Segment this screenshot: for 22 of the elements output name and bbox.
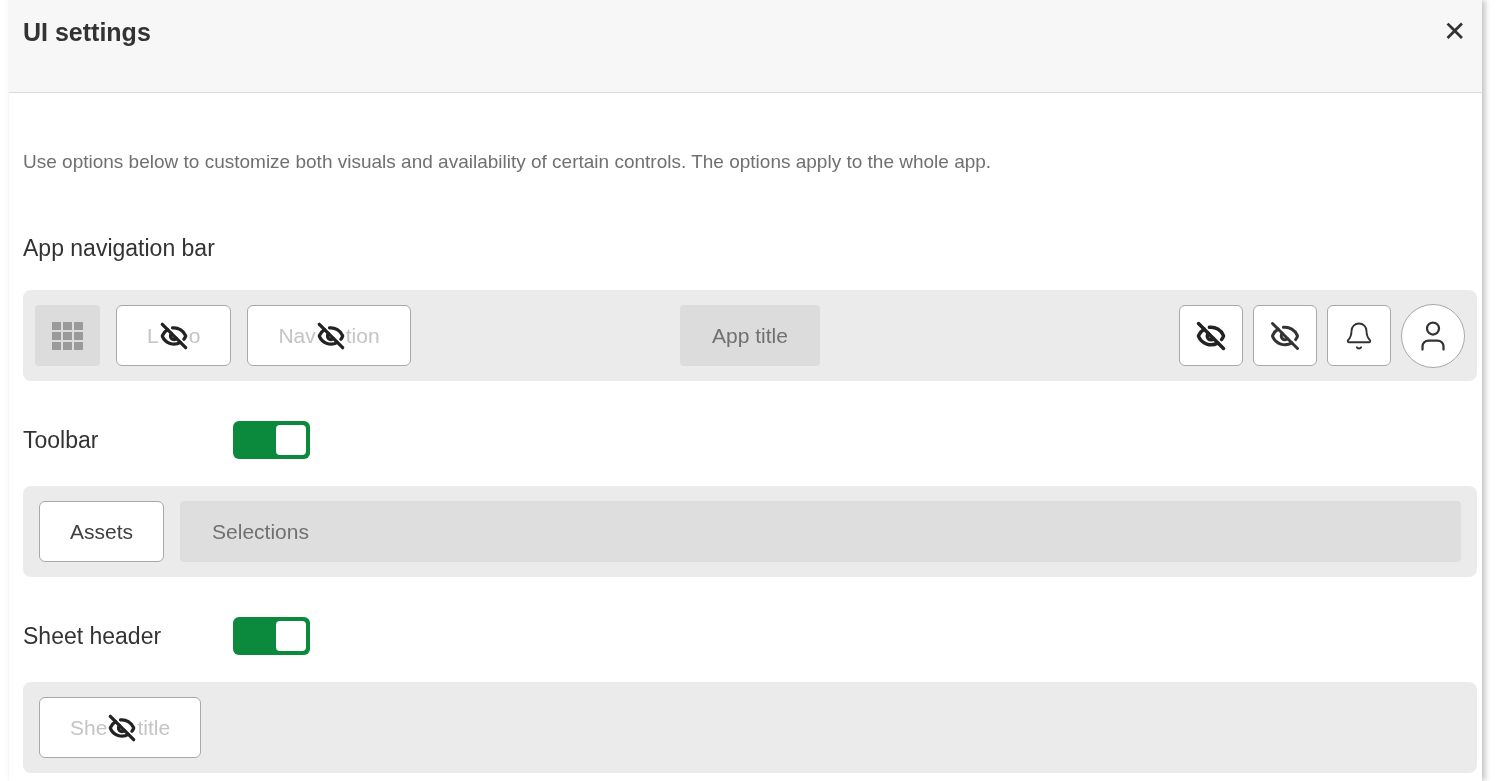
section-title: Sheet header xyxy=(23,621,163,651)
hidden-eye-icon xyxy=(108,713,137,742)
option-button[interactable]: She title xyxy=(39,697,202,758)
option-button[interactable]: Assets xyxy=(39,501,165,562)
toolbar-icon-button[interactable] xyxy=(1179,305,1243,366)
option-button[interactable]: L o xyxy=(116,305,232,366)
close-button[interactable]: ✕ xyxy=(1435,14,1474,46)
bell-icon xyxy=(1344,320,1374,351)
notifications-button[interactable] xyxy=(1327,305,1391,366)
description-text: Use options below to customize both visuals and availability of certain controls. The options apply to the whole app. xyxy=(23,150,993,174)
section-title: Toolbar xyxy=(23,425,100,455)
option-button[interactable]: Nav tion xyxy=(247,305,411,366)
grid-icon xyxy=(51,321,84,350)
toolbar-icon-button[interactable] xyxy=(1253,305,1317,366)
toggle-switch[interactable] xyxy=(233,617,310,655)
app-title-block: App title xyxy=(680,305,820,366)
section-title: App navigation bar xyxy=(23,233,216,263)
dialog-title: UI settings xyxy=(23,17,151,48)
selections-bar: Selections xyxy=(180,501,1461,562)
toggle-switch[interactable] xyxy=(233,421,310,459)
hidden-eye-icon xyxy=(159,321,188,350)
hidden-eye-icon xyxy=(316,321,345,350)
